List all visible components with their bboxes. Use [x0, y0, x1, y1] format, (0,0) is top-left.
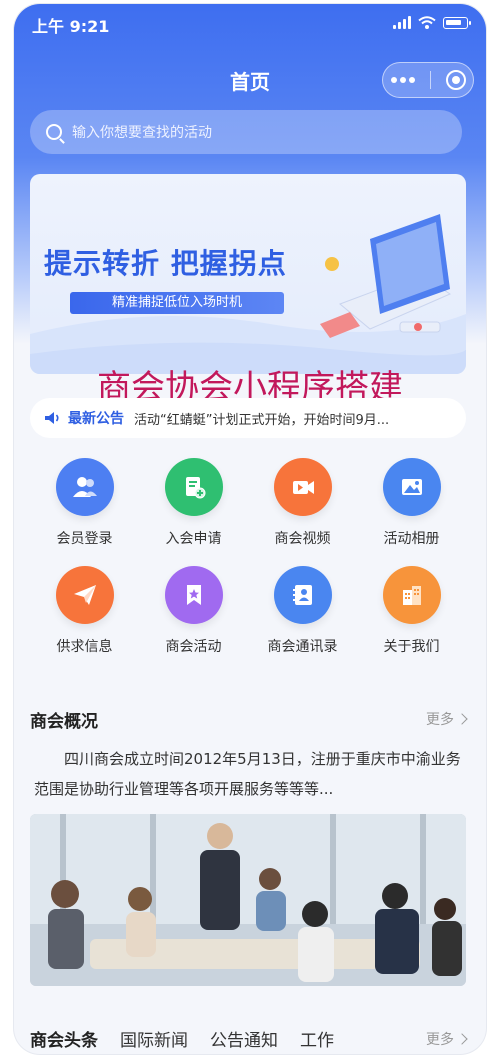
building-icon [382, 566, 441, 624]
tabs-more-link[interactable]: 更多 [426, 1029, 468, 1049]
announcement-text: 活动“红蜻蜓”计划正式开始，开始时间9月... [134, 412, 390, 428]
banner-title: 提示转折 把握拐点 [44, 247, 287, 280]
grid-item-label: 会员登录 [56, 531, 113, 547]
grid-item-contacts[interactable]: 商会通讯录 [248, 566, 357, 656]
search-placeholder: 输入你想要查找的活动 [72, 125, 212, 141]
more-label: 更多 [426, 712, 454, 728]
close-target-icon[interactable] [445, 70, 466, 90]
mini-program-capsule [382, 62, 474, 98]
speaker-icon [45, 412, 59, 424]
tab-work[interactable]: 工作 [300, 1026, 334, 1051]
grid-item-label: 活动相册 [383, 531, 440, 547]
overview-title: 商会概况 [30, 711, 98, 732]
application-icon [164, 458, 223, 516]
signal-icon [393, 16, 411, 29]
battery-icon [443, 16, 471, 29]
phone-frame: 上午 9:21 首页 输入你想要查找的活动 提示转折 把握拐点 精准捕捉低位入场… [14, 4, 486, 1054]
search-bar[interactable]: 输入你想要查找的活动 [30, 110, 462, 154]
promo-banner[interactable]: 提示转折 把握拐点 精准捕捉低位入场时机 [30, 174, 466, 374]
meeting-photo [30, 814, 466, 986]
grid-item-label: 入会申请 [165, 531, 222, 547]
grid-item-join-application[interactable]: 入会申请 [139, 458, 248, 548]
grid-item-label: 商会活动 [165, 639, 222, 655]
album-icon [382, 458, 441, 516]
wifi-icon [418, 16, 436, 29]
grid-item-activity-album[interactable]: 活动相册 [357, 458, 466, 548]
meeting-photo-illustration [30, 814, 466, 986]
more-menu-icon[interactable] [390, 77, 415, 83]
search-icon [46, 124, 62, 140]
tab-headlines[interactable]: 商会头条 [30, 1026, 98, 1051]
banner-subtitle: 精准捕捉低位入场时机 [70, 292, 284, 314]
capsule-divider [429, 71, 431, 89]
grid-item-chamber-video[interactable]: 商会视频 [248, 458, 357, 548]
grid-item-about-us[interactable]: 关于我们 [357, 566, 466, 656]
more-label: 更多 [426, 1031, 454, 1048]
news-tabs: 商会头条 国际新闻 公告通知 工作 更多 [30, 1026, 468, 1051]
tab-international-news[interactable]: 国际新闻 [120, 1026, 188, 1051]
members-icon [55, 458, 114, 516]
tab-announcements[interactable]: 公告通知 [210, 1026, 278, 1051]
announcement-bar[interactable]: 最新公告 活动“红蜻蜓”计划正式开始，开始时间9月... [30, 398, 466, 438]
contacts-icon [273, 566, 332, 624]
chevron-right-icon [456, 713, 468, 725]
paper-plane-icon [55, 566, 114, 624]
bookmark-star-icon [164, 566, 223, 624]
overview-more-link[interactable]: 更多 [426, 709, 468, 729]
overview-header: 商会概况 更多 [30, 704, 468, 734]
grid-item-label: 关于我们 [383, 639, 440, 655]
laptop-illustration-icon [320, 214, 452, 338]
grid-item-chamber-activity[interactable]: 商会活动 [139, 566, 248, 656]
chevron-right-icon [456, 1032, 468, 1045]
function-grid: 会员登录 入会申请 商会视频 活动相册 供求信息 商会活动 商会通讯录 关于我们 [30, 458, 466, 656]
grid-item-label: 商会通讯录 [267, 639, 338, 655]
status-bar: 上午 9:21 [14, 4, 486, 44]
grid-item-supply-demand[interactable]: 供求信息 [30, 566, 139, 656]
overview-text: 四川商会成立时间2012年5月13日，注册于重庆市中渝业务范围是协助行业管理等各… [34, 750, 461, 798]
status-time: 上午 9:21 [32, 17, 110, 36]
status-icons [393, 16, 471, 29]
grid-item-label: 供求信息 [56, 639, 113, 655]
video-icon [273, 458, 332, 516]
grid-item-members-login[interactable]: 会员登录 [30, 458, 139, 548]
announcement-label: 最新公告 [68, 411, 124, 427]
grid-item-label: 商会视频 [274, 531, 331, 547]
